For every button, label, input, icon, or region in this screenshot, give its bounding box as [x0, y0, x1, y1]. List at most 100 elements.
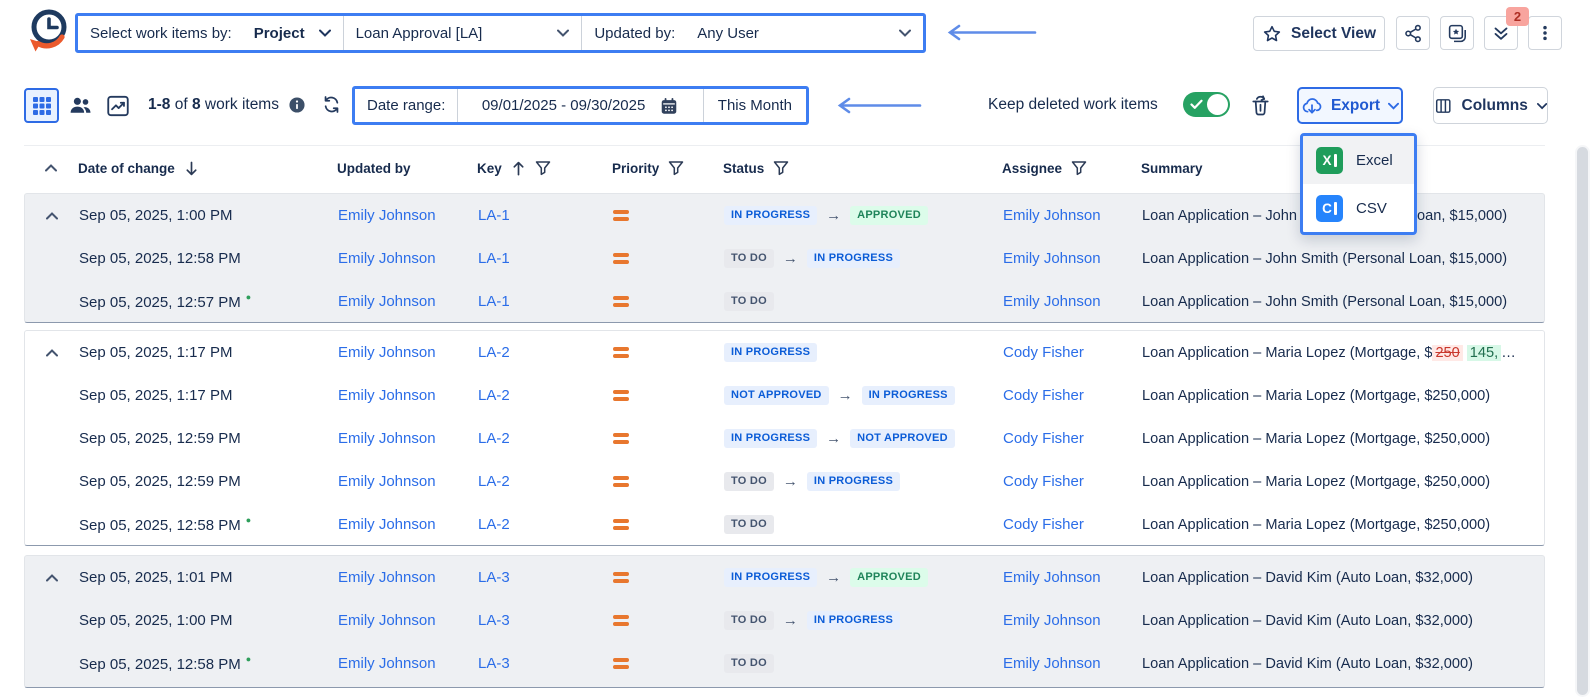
assignee-link[interactable]: Cody Fisher	[1003, 430, 1084, 447]
assignee-link[interactable]: Emily Johnson	[1003, 293, 1101, 310]
assignee-link[interactable]: Cody Fisher	[1003, 344, 1084, 361]
info-icon[interactable]	[288, 96, 306, 114]
summary-cell: Loan Application – John Smith (Personal …	[1142, 294, 1544, 310]
collapse-group-button[interactable]	[46, 212, 58, 220]
table-row: Sep 05, 2025, 12:57 PM● Emily Johnson LA…	[25, 280, 1544, 323]
priority-medium-icon	[613, 390, 629, 401]
scrollbar-thumb[interactable]	[1577, 147, 1588, 695]
updated-by-link[interactable]: Emily Johnson	[338, 430, 436, 447]
assignee-link[interactable]: Cody Fisher	[1003, 473, 1084, 490]
updated-by-link[interactable]: Emily Johnson	[338, 569, 436, 586]
updated-by-link[interactable]: Emily Johnson	[338, 250, 436, 267]
work-item-key-link[interactable]: LA-1	[478, 250, 510, 267]
export-csv-option[interactable]: C CSV	[1303, 184, 1414, 232]
work-item-key-link[interactable]: LA-2	[478, 516, 510, 533]
history-group-la-3: Sep 05, 2025, 1:01 PM Emily Johnson LA-3…	[24, 555, 1545, 688]
work-item-key-link[interactable]: LA-3	[478, 655, 510, 672]
assignee-link[interactable]: Emily Johnson	[1003, 655, 1101, 672]
updated-by-link[interactable]: Emily Johnson	[338, 293, 436, 310]
header-priority[interactable]: Priority	[612, 160, 723, 176]
header-key[interactable]: Key	[477, 160, 612, 177]
summary-cell: Loan Application – Maria Lopez (Mortgage…	[1142, 431, 1544, 447]
select-view-button[interactable]: Select View	[1253, 16, 1385, 51]
columns-button[interactable]: Columns	[1433, 87, 1548, 124]
chevron-down-icon	[557, 29, 569, 37]
summary-cell: Loan Application – Maria Lopez (Mortgage…	[1142, 388, 1544, 404]
work-item-key-link[interactable]: LA-2	[478, 387, 510, 404]
more-menu-button[interactable]	[1528, 16, 1562, 50]
updated-by-dropdown[interactable]: Any User	[685, 16, 923, 50]
updated-by-link[interactable]: Emily Johnson	[338, 207, 436, 224]
header-assignee[interactable]: Assignee	[1002, 160, 1141, 176]
people-view-toggle[interactable]	[63, 88, 98, 123]
collapse-all-header[interactable]	[24, 164, 78, 172]
table-view-toggle[interactable]	[24, 88, 59, 123]
assignee-link[interactable]: Emily Johnson	[1003, 612, 1101, 629]
priority-medium-icon	[613, 519, 629, 530]
date-range-input[interactable]: 09/01/2025 - 09/30/2025	[458, 96, 702, 116]
export-button[interactable]: Export	[1297, 87, 1403, 124]
assignee-link[interactable]: Emily Johnson	[1003, 569, 1101, 586]
chevron-up-icon	[45, 164, 57, 172]
work-item-key-link[interactable]: LA-1	[478, 207, 510, 224]
sort-desc-icon[interactable]	[184, 160, 199, 177]
collapse-group-button[interactable]	[46, 574, 58, 582]
updated-by-link[interactable]: Emily Johnson	[338, 387, 436, 404]
work-item-key-link[interactable]: LA-3	[478, 612, 510, 629]
updated-by-link[interactable]: Emily Johnson	[338, 344, 436, 361]
work-item-key-link[interactable]: LA-1	[478, 293, 510, 310]
date-preset-this-month[interactable]: This Month	[704, 97, 806, 114]
refresh-icon[interactable]	[321, 94, 342, 115]
work-item-key-link[interactable]: LA-2	[478, 344, 510, 361]
change-date: Sep 05, 2025, 1:00 PM	[79, 612, 232, 629]
assignee-link[interactable]: Emily Johnson	[1003, 250, 1101, 267]
annotation-arrow-date-range	[833, 97, 923, 114]
updated-by-link[interactable]: Emily Johnson	[338, 473, 436, 490]
updated-by-link[interactable]: Emily Johnson	[338, 655, 436, 672]
header-status[interactable]: Status	[723, 160, 1002, 176]
updated-by-link[interactable]: Emily Johnson	[338, 516, 436, 533]
header-updated-by[interactable]: Updated by	[337, 161, 477, 176]
assignee-link[interactable]: Cody Fisher	[1003, 387, 1084, 404]
chevron-down-icon	[319, 29, 331, 37]
filter-funnel-icon[interactable]	[535, 160, 551, 176]
status-badge-from: IN PROGRESS	[724, 343, 817, 362]
updated-by-link[interactable]: Emily Johnson	[338, 612, 436, 629]
collapse-group-button[interactable]	[46, 349, 58, 357]
status-badge-to: IN PROGRESS	[807, 249, 900, 268]
export-excel-option[interactable]: X Excel	[1303, 136, 1414, 184]
change-date: Sep 05, 2025, 12:59 PM	[79, 430, 241, 447]
status-badge-from: NOT APPROVED	[724, 386, 829, 405]
select-view-label: Select View	[1291, 25, 1376, 43]
chart-view-toggle[interactable]	[100, 88, 135, 123]
summary-cell: Loan Application – Maria Lopez (Mortgage…	[1142, 345, 1544, 361]
chevron-down-icon	[1388, 102, 1399, 110]
filter-funnel-icon[interactable]	[773, 160, 789, 176]
share-button[interactable]	[1396, 16, 1430, 50]
filter-funnel-icon[interactable]	[1071, 160, 1087, 176]
change-date-cell: Sep 05, 2025, 1:00 PM	[79, 612, 338, 629]
status-cell: TO DO → IN PROGRESS	[724, 611, 1003, 630]
mode-value: Project	[254, 25, 305, 42]
status-badge-to: APPROVED	[850, 206, 928, 225]
project-dropdown[interactable]: Loan Approval [LA]	[344, 16, 582, 50]
assignee-link[interactable]: Emily Johnson	[1003, 207, 1101, 224]
work-item-key-link[interactable]: LA-2	[478, 430, 510, 447]
created-dot: ●	[246, 654, 251, 664]
grid-view-icon	[33, 97, 51, 115]
count-total: 8	[192, 96, 201, 113]
trash-restore-button[interactable]	[1243, 88, 1278, 123]
saved-views-button[interactable]	[1440, 16, 1474, 50]
select-by-mode-dropdown[interactable]: Project	[242, 16, 343, 50]
vertical-scrollbar[interactable]	[1575, 145, 1590, 697]
keep-deleted-toggle[interactable]	[1183, 92, 1230, 117]
filter-funnel-icon[interactable]	[668, 160, 684, 176]
trash-restore-icon	[1248, 93, 1273, 118]
assignee-link[interactable]: Cody Fisher	[1003, 516, 1084, 533]
header-date-of-change[interactable]: Date of change	[78, 160, 337, 177]
work-item-key-link[interactable]: LA-3	[478, 569, 510, 586]
sort-asc-icon[interactable]	[511, 160, 526, 177]
work-item-filter-bar: Select work items by: Project Loan Appro…	[75, 13, 926, 53]
export-dropdown-menu: X Excel C CSV	[1300, 133, 1417, 235]
work-item-key-link[interactable]: LA-2	[478, 473, 510, 490]
